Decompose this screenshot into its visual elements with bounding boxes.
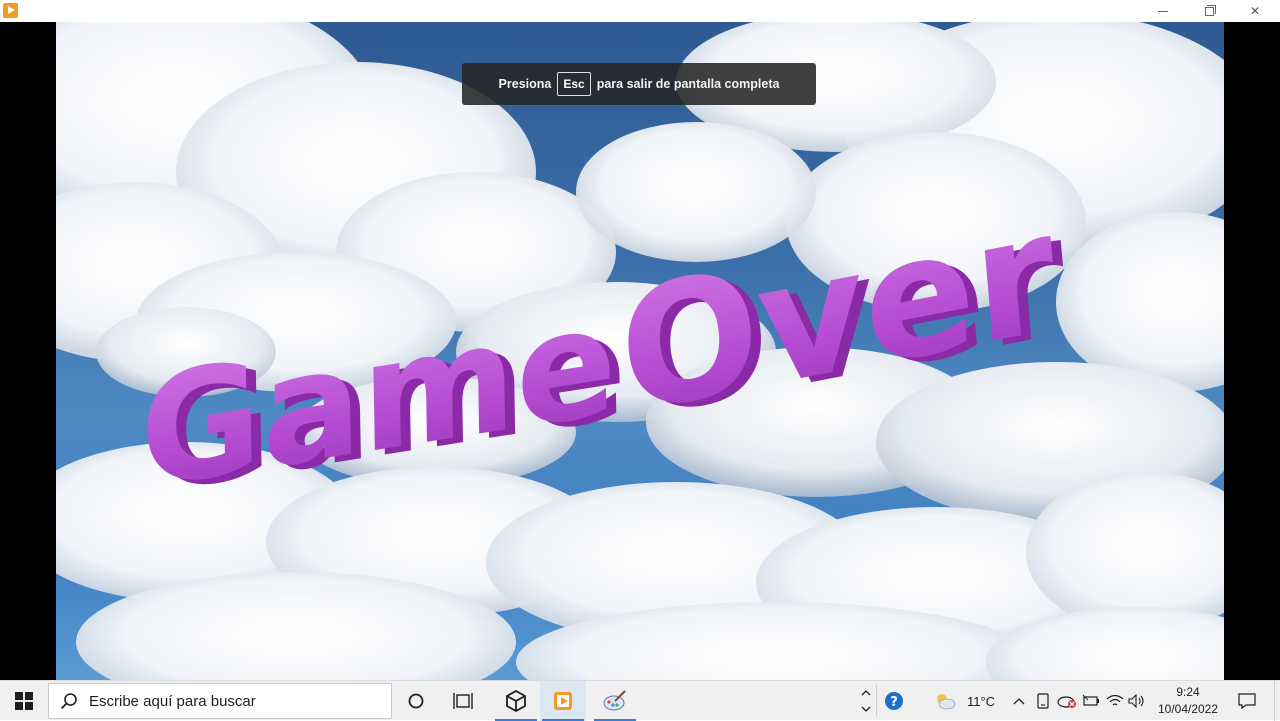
onedrive-error-icon[interactable] xyxy=(1055,681,1079,721)
clock-time: 9:24 xyxy=(1176,685,1200,699)
maximize-icon[interactable] xyxy=(1186,0,1232,22)
volume-icon[interactable] xyxy=(1126,681,1148,721)
windows-start-icon[interactable] xyxy=(0,681,48,721)
game-viewport[interactable]: Presiona Esc para salir de pantalla comp… xyxy=(0,22,1280,680)
weather-icon[interactable] xyxy=(930,681,960,721)
unity-icon[interactable] xyxy=(493,681,539,721)
svg-text:?: ? xyxy=(890,695,898,710)
wifi-icon[interactable] xyxy=(1104,681,1126,721)
task-view-icon[interactable] xyxy=(393,681,439,721)
play-app-icon[interactable] xyxy=(540,681,586,721)
chevron-up-down-icon[interactable] xyxy=(856,681,876,721)
fullscreen-exit-toast: Presiona Esc para salir de pantalla comp… xyxy=(462,63,816,105)
window-titlebar: ✕ xyxy=(0,0,1280,22)
timeline-icon[interactable] xyxy=(440,681,486,721)
battery-icon[interactable] xyxy=(1080,681,1102,721)
taskbar-clock[interactable]: 9:24 10/04/2022 xyxy=(1152,684,1224,718)
taskbar: Escribe aquí para buscar ? 11°C 9:24 10/… xyxy=(0,680,1280,721)
toast-suffix: para salir de pantalla completa xyxy=(596,77,780,91)
temperature-label: 11°C xyxy=(966,693,996,709)
toast-prefix: Presiona xyxy=(498,77,552,91)
notifications-icon[interactable] xyxy=(1232,681,1262,721)
taskbar-search-input[interactable]: Escribe aquí para buscar xyxy=(48,683,392,719)
paint-icon[interactable] xyxy=(592,681,638,721)
sky-background xyxy=(56,22,1224,680)
show-desktop-button[interactable] xyxy=(1274,681,1280,721)
device-icon[interactable] xyxy=(1032,681,1054,721)
clock-date: 10/04/2022 xyxy=(1157,702,1219,716)
play-icon xyxy=(3,3,18,18)
close-icon[interactable]: ✕ xyxy=(1232,0,1278,22)
taskbar-divider xyxy=(876,685,877,717)
minimize-icon[interactable] xyxy=(1140,0,1186,22)
search-icon xyxy=(49,692,89,710)
search-placeholder: Escribe aquí para buscar xyxy=(89,692,256,710)
weather-temperature[interactable]: 11°C xyxy=(960,681,1002,721)
show-hidden-icons-icon[interactable] xyxy=(1010,681,1028,721)
esc-key-badge: Esc xyxy=(557,72,591,96)
help-icon[interactable]: ? xyxy=(880,681,908,721)
